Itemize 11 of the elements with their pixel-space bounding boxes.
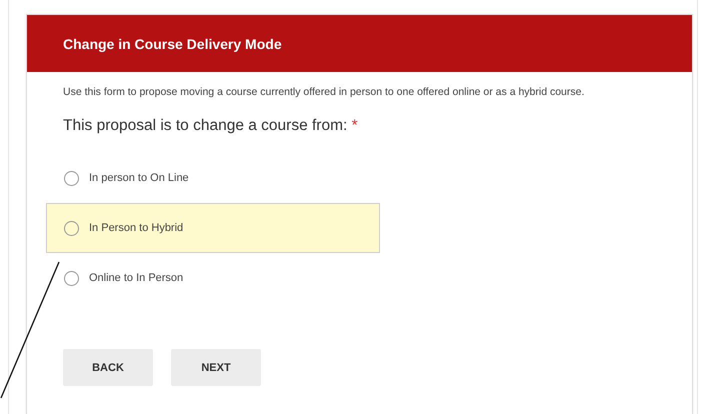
option-label[interactable]: In Person to Hybrid [89, 220, 184, 237]
form-description: Use this form to propose moving a course currently offered in person to one offered online or as a hybrid course. [63, 85, 586, 100]
next-button[interactable]: NEXT [171, 349, 261, 386]
radio-button[interactable] [64, 220, 79, 236]
option-label[interactable]: Online to In Person [89, 270, 184, 287]
option-label[interactable]: In person to On Line [89, 170, 189, 187]
question-label: This proposal is to change a course from: * [63, 116, 359, 136]
back-button[interactable]: BACK [63, 349, 153, 386]
radio-button[interactable] [64, 270, 79, 286]
radio-button[interactable] [64, 170, 79, 186]
form-title: Change in Course Delivery Mode [63, 36, 282, 52]
